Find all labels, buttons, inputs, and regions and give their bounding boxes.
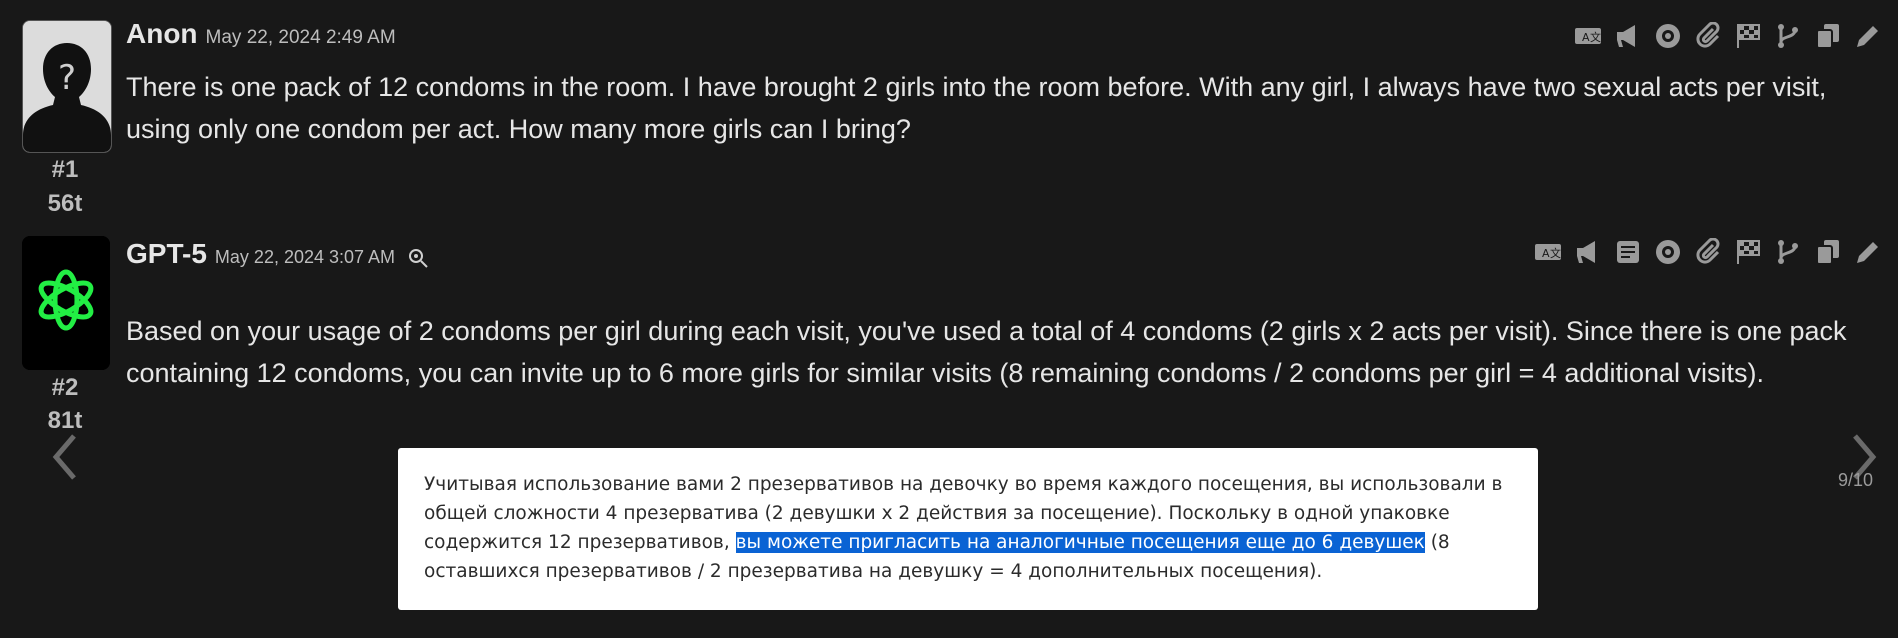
flag-checkered-icon[interactable] (1730, 236, 1766, 268)
post-date: May 22, 2024 2:49 AM (205, 27, 396, 48)
pencil-icon[interactable] (1850, 236, 1886, 268)
branch-icon[interactable] (1770, 236, 1806, 268)
avatar-gpt (22, 236, 110, 370)
version-counter: 9/10 (1838, 470, 1874, 490)
branch-icon[interactable] (1770, 20, 1806, 52)
translate-icon[interactable]: A文 (1530, 236, 1566, 268)
post-toolbar: A文 (1570, 20, 1886, 52)
previous-version-button[interactable] (44, 428, 84, 486)
token-count: 56t (47, 190, 83, 217)
post-header: GPT-5 May 22, 2024 3:07 AM (126, 238, 429, 278)
svg-text:文: 文 (1550, 246, 1561, 260)
svg-text:A: A (1582, 31, 1590, 44)
paperclip-icon[interactable] (1690, 20, 1726, 52)
post-number: #2 (51, 374, 79, 401)
megaphone-icon[interactable] (1570, 236, 1606, 268)
copy-icon[interactable] (1810, 20, 1846, 52)
author-name: GPT-5 (126, 238, 207, 269)
post-toolbar: A文 (1530, 236, 1886, 268)
translate-icon[interactable]: A文 (1570, 20, 1606, 52)
message-body: Based on your usage of 2 condoms per gir… (126, 316, 1847, 388)
translation-popup: Учитывая использование вами 2 презервати… (398, 448, 1538, 610)
paperclip-icon[interactable] (1690, 236, 1726, 268)
post-date: May 22, 2024 3:07 AM (214, 247, 396, 267)
message-post-2: #2 81t GPT-5 May 22, 2024 3:07 AM A文 Bas… (0, 222, 1898, 462)
svg-text:A: A (1542, 247, 1550, 260)
post-header: Anon May 22, 2024 2:49 AM (126, 18, 396, 58)
copy-icon[interactable] (1810, 236, 1846, 268)
translation-highlight: вы можете пригласить на аналогичные посе… (735, 532, 1425, 553)
model-settings-icon[interactable] (407, 247, 429, 269)
chevron-left-icon (52, 434, 76, 480)
megaphone-icon[interactable] (1610, 20, 1646, 52)
svg-text:?: ? (58, 58, 76, 98)
author-name: Anon (126, 18, 198, 49)
message-body: There is one pack of 12 condoms in the r… (126, 72, 1827, 144)
eye-icon[interactable] (1650, 20, 1686, 52)
eye-icon[interactable] (1650, 236, 1686, 268)
pencil-icon[interactable] (1850, 20, 1886, 52)
translation-text: Учитывая использование вами 2 презервати… (424, 470, 1514, 586)
avatar-anon: ? (22, 20, 112, 153)
flag-checkered-icon[interactable] (1730, 20, 1766, 52)
note-icon[interactable] (1610, 236, 1646, 268)
svg-text:文: 文 (1590, 30, 1601, 44)
message-post-1: ? #1 56t Anon May 22, 2024 2:49 AM A文 Th… (0, 0, 1898, 220)
post-number: #1 (51, 156, 79, 183)
